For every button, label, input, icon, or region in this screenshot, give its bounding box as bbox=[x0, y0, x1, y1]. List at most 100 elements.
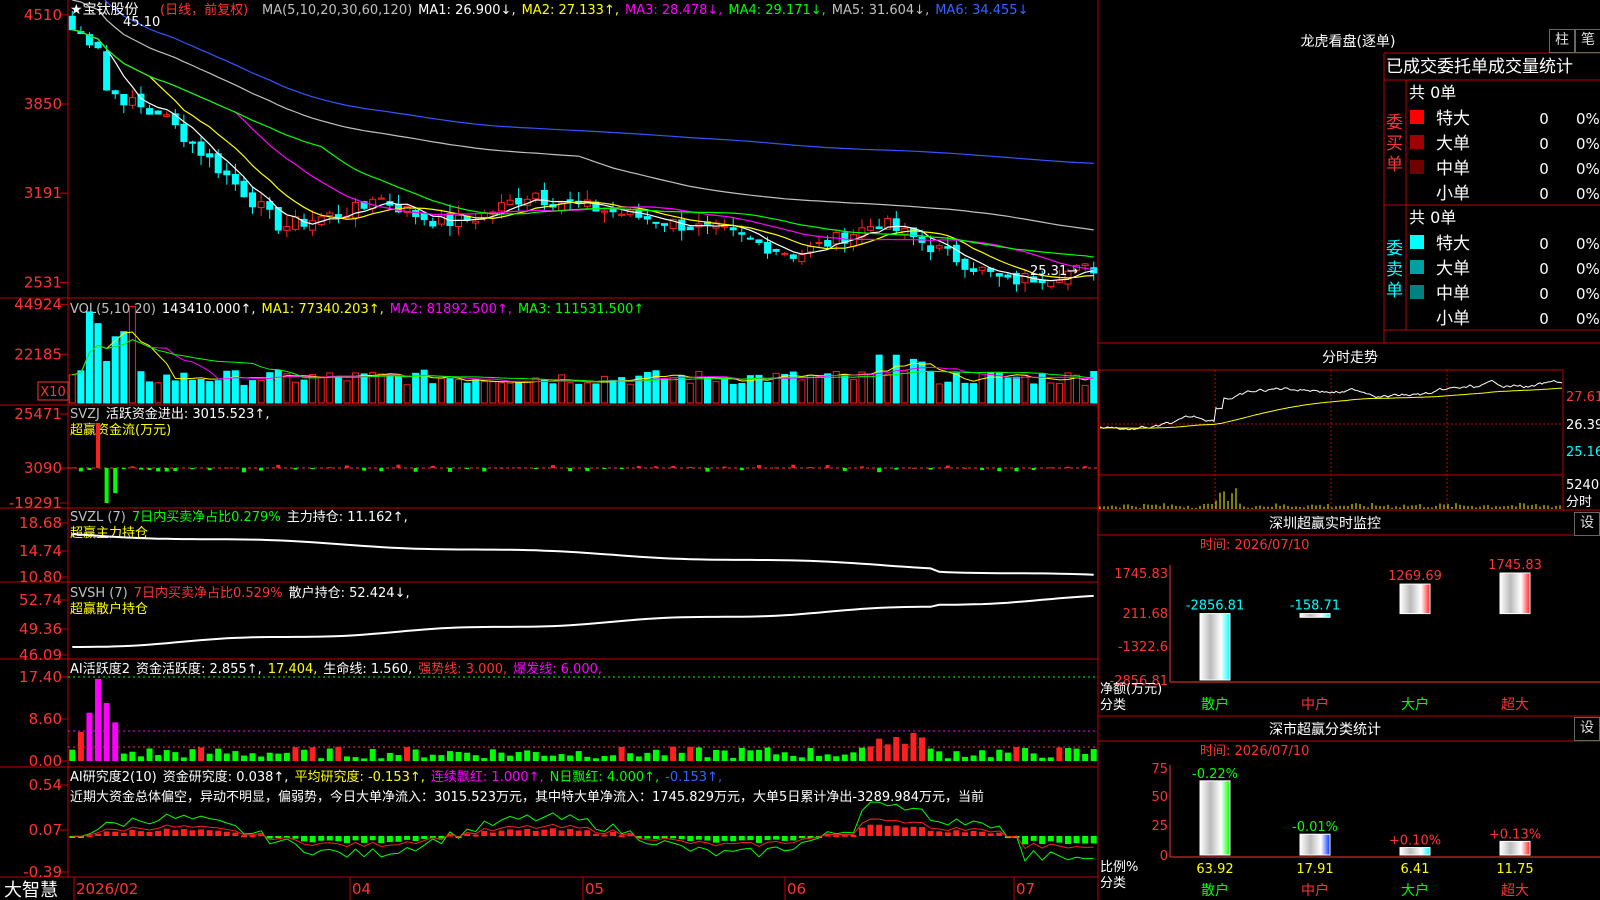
activity-bar bbox=[421, 757, 428, 761]
volume-bar bbox=[1004, 377, 1012, 404]
candle-body bbox=[352, 201, 360, 219]
research-bar bbox=[704, 836, 711, 841]
activity-bar bbox=[507, 755, 514, 761]
activity-bar bbox=[824, 754, 831, 761]
brand-logo: 大智慧 bbox=[4, 880, 58, 900]
activity-bar bbox=[747, 750, 754, 761]
buy-row-pct: 0% bbox=[1576, 185, 1600, 203]
research-bar bbox=[404, 836, 411, 840]
volume-bar bbox=[437, 377, 445, 404]
flow-bar bbox=[653, 466, 658, 468]
volume-bar bbox=[334, 376, 342, 404]
flow-bar bbox=[1014, 468, 1019, 472]
research-bar bbox=[747, 836, 754, 841]
candle-body bbox=[420, 213, 428, 221]
volume-bar bbox=[712, 381, 720, 404]
sf-stats-settings-button[interactable]: 设 bbox=[1574, 717, 1600, 741]
activity-bar bbox=[695, 747, 702, 761]
intraday-vol-label: 5240 bbox=[1566, 478, 1599, 493]
volume-bar bbox=[643, 372, 651, 404]
sz-cat-label: 中户 bbox=[1301, 696, 1329, 713]
activity-bar bbox=[1047, 757, 1054, 761]
flow-bar bbox=[173, 468, 178, 471]
activity-bar bbox=[618, 746, 625, 761]
sz-cat-label: 超大 bbox=[1501, 697, 1529, 713]
buy-row-name: 大单 bbox=[1436, 134, 1470, 154]
volume-bar bbox=[729, 383, 737, 404]
activity-bar bbox=[944, 758, 951, 761]
activity-bar bbox=[386, 752, 393, 761]
buy-row-pct: 0% bbox=[1576, 160, 1600, 178]
flow-bar bbox=[928, 468, 933, 470]
flow-bar bbox=[104, 468, 109, 503]
research-bar bbox=[335, 836, 342, 842]
activity-bar bbox=[953, 751, 960, 761]
volume-bar bbox=[652, 370, 660, 404]
candle-body bbox=[206, 153, 214, 158]
trading-terminal: 4510385031912531★宝钛股份 (日线，前复权) MA(5,10,20,… bbox=[0, 0, 1600, 900]
activity-bar bbox=[996, 749, 1003, 761]
research-bar bbox=[584, 830, 591, 836]
legend-swatch bbox=[1410, 160, 1424, 174]
sz-bar-2 bbox=[1299, 613, 1331, 618]
flow-bar bbox=[379, 468, 384, 472]
activity-bar bbox=[584, 756, 591, 761]
activity-bar bbox=[541, 755, 548, 761]
tick-mode-button[interactable]: 笔 bbox=[1575, 29, 1600, 53]
research-bar bbox=[850, 834, 857, 837]
activity-bar bbox=[1056, 747, 1063, 761]
activity-bar bbox=[987, 757, 994, 761]
activity-bar bbox=[275, 753, 282, 761]
candle-body bbox=[772, 249, 780, 252]
research-bar bbox=[961, 832, 968, 836]
low-price-mark: 25.31→ bbox=[1030, 264, 1078, 279]
flow-bar bbox=[293, 468, 298, 470]
sz-bar-value: -2856.81 bbox=[1186, 599, 1244, 614]
activity-bars bbox=[69, 678, 1097, 761]
flow-bar bbox=[78, 468, 83, 472]
flow-bars bbox=[70, 423, 1088, 503]
candle-body bbox=[154, 110, 162, 115]
candle-body bbox=[978, 266, 986, 271]
activity-bar bbox=[498, 752, 505, 761]
volume-bar bbox=[377, 373, 385, 404]
candle-body bbox=[729, 227, 737, 231]
activity-bar bbox=[198, 747, 205, 761]
activity-bar bbox=[1004, 752, 1011, 761]
activity-bar bbox=[464, 752, 471, 761]
sz-monitor-settings-button[interactable]: 设 bbox=[1574, 512, 1600, 536]
activity-bar bbox=[601, 756, 608, 761]
activity-bar bbox=[378, 758, 385, 761]
volume-bar bbox=[480, 381, 488, 404]
sf-bar-value: 11.75 bbox=[1496, 862, 1533, 877]
svzl-tick-label: 14.74 bbox=[19, 542, 62, 560]
candle-body bbox=[995, 273, 1003, 277]
activity-bar bbox=[309, 747, 316, 761]
volume-bar bbox=[309, 374, 317, 404]
research-bar bbox=[189, 830, 196, 836]
activity-bar bbox=[1090, 749, 1097, 761]
flow-bar bbox=[756, 464, 761, 468]
research-bar bbox=[644, 836, 651, 839]
candle-body bbox=[540, 189, 548, 206]
research-bar bbox=[395, 836, 402, 842]
intraday-title: 分时走势 bbox=[1322, 350, 1378, 366]
volume-bar bbox=[686, 382, 694, 404]
candle-body bbox=[686, 226, 694, 231]
research-bar bbox=[180, 829, 187, 836]
candle-body bbox=[892, 218, 900, 231]
activity-bar bbox=[352, 757, 359, 761]
activity-bar bbox=[979, 750, 986, 761]
activity-bar bbox=[704, 757, 711, 761]
volume-bar bbox=[549, 383, 557, 404]
sell-row-name: 特大 bbox=[1436, 234, 1470, 254]
bar-mode-button[interactable]: 柱 bbox=[1549, 29, 1575, 53]
sf-tick-label: 25 bbox=[1151, 819, 1168, 834]
flow-bar bbox=[550, 465, 555, 468]
volume-bar bbox=[558, 374, 566, 404]
candle-body bbox=[472, 220, 480, 224]
volume-bar bbox=[163, 374, 171, 404]
research-bar bbox=[730, 836, 737, 842]
activity-bar bbox=[893, 737, 900, 761]
activity-bar bbox=[86, 712, 93, 761]
